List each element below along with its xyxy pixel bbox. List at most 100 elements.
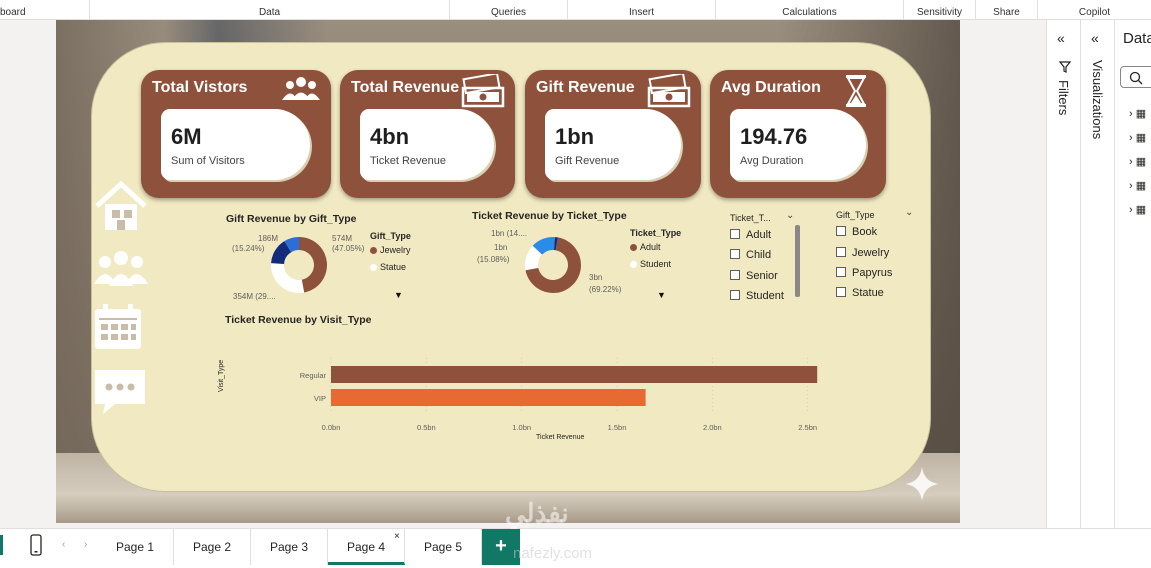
gift-donut-slices [271, 237, 327, 293]
table-row[interactable]: › ▦ [1129, 198, 1146, 222]
ticket-donut-chart[interactable] [518, 230, 588, 300]
ticket-label-left-pct: (15.08%) [477, 255, 510, 264]
tab-page-3[interactable]: Page 3 [251, 529, 328, 565]
gift-legend-more-icon[interactable]: ▼ [394, 290, 403, 300]
checkbox[interactable] [730, 270, 740, 280]
kpi-total-revenue[interactable]: Total Revenue 4bn Ticket Revenue [340, 70, 515, 198]
people-icon[interactable] [93, 248, 149, 293]
table-row[interactable]: › ▦ [1129, 174, 1146, 198]
visit-category-label: VIP [314, 394, 326, 403]
close-tab-icon[interactable]: × [394, 531, 400, 542]
kpi-title: Gift Revenue [536, 79, 635, 96]
slicer-label: Child [746, 249, 772, 261]
legend-dot [370, 264, 377, 271]
filters-pane-label: Filters [1056, 80, 1071, 116]
visit-x-tick-label: 0.0bn [322, 423, 341, 432]
filters-pane[interactable]: « Filters [1046, 20, 1080, 528]
ribbon-group-copilot: Copilot [1078, 7, 1111, 18]
gift-slicer-papyrus[interactable]: Papyrus [836, 267, 892, 279]
collapse-filters-icon[interactable]: « [1057, 30, 1065, 46]
visit-bar-vip[interactable] [331, 389, 646, 406]
legend-label: Student [640, 259, 672, 269]
collapse-visualizations-icon[interactable]: « [1091, 30, 1099, 46]
donut-slice-1[interactable] [271, 263, 305, 293]
slicer-label: Book [852, 226, 878, 238]
checkbox[interactable] [730, 249, 740, 259]
kpi-subtitle: Avg Duration [740, 155, 804, 167]
visit-bar-regular[interactable] [331, 366, 818, 383]
visit-x-tick-label: 2.0bn [703, 423, 722, 432]
visualizations-pane[interactable]: « Visualizations [1080, 20, 1114, 528]
legend-label: Jewelry [380, 245, 411, 255]
tab-page-5[interactable]: Page 5 [405, 529, 482, 565]
checkbox[interactable] [836, 226, 846, 236]
kpi-gift-revenue[interactable]: Gift Revenue 1bn Gift Revenue [525, 70, 701, 198]
slicer-label: Adult [746, 229, 772, 241]
ribbon-group-labels: board Data Queries Insert Calculations S… [0, 0, 1151, 20]
checkbox[interactable] [836, 287, 846, 297]
copilot-sparkle-icon[interactable] [904, 466, 940, 507]
legend-label: Statue [380, 262, 407, 272]
table-row[interactable]: › ▦ [1129, 150, 1146, 174]
ticket-chart-title: Ticket Revenue by Ticket_Type [472, 210, 627, 222]
tab-page-1[interactable]: Page 1 [97, 529, 174, 565]
gift-label-topright-pct: (47.05%) [332, 244, 365, 253]
ticket-slicer-adult[interactable]: Adult [730, 229, 771, 241]
gift-chart-title: Gift Revenue by Gift_Type [226, 213, 357, 225]
checkbox[interactable] [730, 229, 740, 239]
checkbox[interactable] [836, 247, 846, 257]
ribbon-group-data: Data [90, 0, 450, 20]
tab-scroll-left-icon[interactable]: ‹ [62, 539, 65, 550]
ticket-slicer-chevron-down-icon[interactable]: ⌄ [786, 210, 794, 221]
ticket-label-top: 1bn (14.... [491, 229, 528, 238]
table-row[interactable]: › ▦ [1129, 126, 1146, 150]
calendar-icon[interactable] [93, 303, 143, 356]
data-table-list[interactable]: › ▦ › ▦ › ▦ › ▦ › ▦ [1129, 102, 1146, 222]
ticket-slicer-senior[interactable]: Senior [730, 270, 778, 282]
kpi-avg-duration[interactable]: Avg Duration 194.76 Avg Duration [710, 70, 886, 198]
tab-page-2[interactable]: Page 2 [174, 529, 251, 565]
mobile-layout-icon[interactable] [30, 534, 42, 561]
ticket-legend-more-icon[interactable]: ▼ [657, 290, 666, 300]
ticket-slicer-student[interactable]: Student [730, 290, 784, 302]
checkbox[interactable] [836, 267, 846, 277]
kpi-subtitle: Gift Revenue [555, 155, 620, 167]
data-search-input[interactable] [1120, 66, 1151, 88]
kpi-title: Total Vistors [152, 79, 248, 96]
gift-slicer-book[interactable]: Book [836, 226, 877, 238]
report-page[interactable]: Total Vistors 6M Sum of Visitors Total R… [56, 20, 960, 523]
people-icon [281, 74, 321, 109]
visit-x-tick-label: 1.0bn [512, 423, 531, 432]
ticket-legend-title: Ticket_Type [630, 228, 682, 238]
checkbox[interactable] [730, 290, 740, 300]
table-row[interactable]: › ▦ [1129, 102, 1146, 126]
money-icon [647, 72, 691, 113]
data-pane[interactable]: Data › ▦ › ▦ › ▦ › ▦ › ▦ [1114, 20, 1151, 528]
donut-slice-0[interactable] [299, 237, 327, 293]
desktop-view-indicator[interactable] [0, 535, 3, 555]
visit-y-axis-label: Visit_Type [218, 359, 225, 392]
gift-legend-jewelry[interactable]: Jewelry [370, 245, 411, 255]
ticket-legend-student[interactable]: Student [630, 259, 671, 269]
home-icon[interactable] [93, 180, 149, 237]
data-pane-title: Data [1123, 30, 1151, 47]
ticket-legend-adult[interactable]: Adult [630, 242, 661, 252]
ticket-label-right-pct: (69.22%) [589, 285, 622, 294]
kpi-value: 6M [171, 124, 202, 149]
gift-slicer-statue[interactable]: Statue [836, 287, 884, 299]
gift-legend-statue[interactable]: Statue [370, 262, 406, 272]
chat-icon[interactable] [93, 368, 147, 421]
tab-scroll-right-icon[interactable]: › [84, 539, 87, 550]
gift-slicer-chevron-down-icon[interactable]: ⌄ [905, 207, 913, 218]
search-icon [1129, 71, 1143, 85]
ticket-slicer-scrollbar[interactable] [795, 225, 800, 297]
ticket-label-right-value: 3bn [589, 273, 603, 282]
visit-x-tick-label: 0.5bn [417, 423, 436, 432]
kpi-total-visitors[interactable]: Total Vistors 6M Sum of Visitors [141, 70, 331, 198]
visit-x-tick-label: 1.5bn [608, 423, 627, 432]
gift-slicer-jewelry[interactable]: Jewelry [836, 247, 889, 259]
kpi-title: Avg Duration [721, 79, 821, 96]
slicer-label: Papyrus [852, 267, 893, 279]
legend-dot [630, 261, 637, 268]
ticket-slicer-child[interactable]: Child [730, 249, 771, 261]
